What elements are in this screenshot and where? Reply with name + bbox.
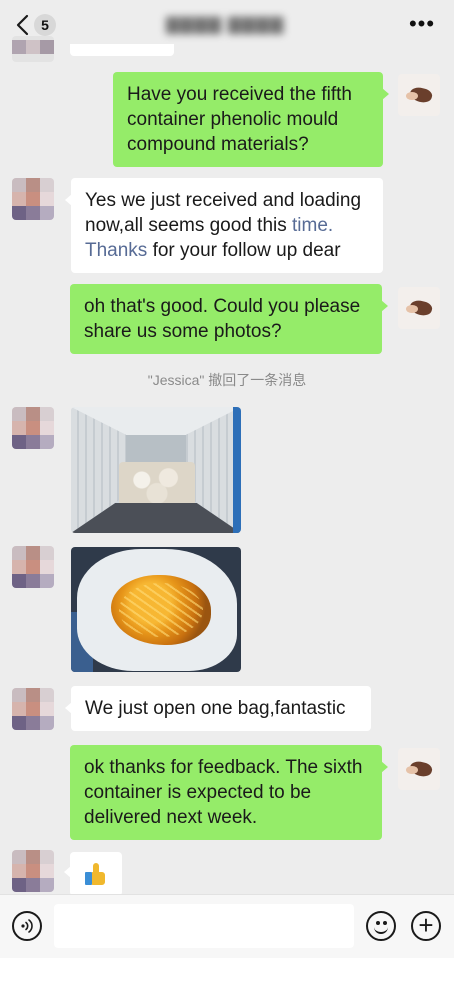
message-bubble-sent[interactable]: Have you received the fifth container ph… [113,72,389,167]
voice-waves-icon [21,919,33,933]
emoji-icon[interactable] [366,911,396,941]
contact-avatar[interactable] [12,546,54,588]
message-link-thanks[interactable]: Thanks [85,240,147,261]
my-avatar[interactable] [398,287,440,329]
contact-avatar[interactable] [12,36,54,62]
contact-avatar[interactable] [12,688,54,730]
recall-notice: "Jessica" 撤回了一条消息 [147,372,307,388]
plus-icon[interactable]: + [411,911,441,941]
my-avatar[interactable] [398,748,440,790]
my-avatar[interactable] [398,74,440,116]
message-text: ok thanks for feedback. The sixth contai… [84,757,363,828]
contact-avatar[interactable] [12,407,54,449]
unread-count-badge: 5 [34,14,56,36]
message-input[interactable] [54,904,354,948]
chevron-left-icon [16,14,29,36]
chat-header: 5 ▇▇▇▇ ▇▇▇▇ ••• [0,0,454,50]
message-bubble-sent[interactable]: ok thanks for feedback. The sixth contai… [70,745,388,840]
contact-avatar[interactable] [12,850,54,892]
contact-avatar[interactable] [12,178,54,220]
container-photo[interactable] [71,407,241,533]
chat-screen: 5 ▇▇▇▇ ▇▇▇▇ ••• Have you received the fi… [0,0,454,958]
thumbs-up-icon [85,863,107,885]
message-text: oh that's good. Could you please share u… [84,296,361,342]
message-link-time[interactable]: time. [292,215,333,236]
chat-title: ▇▇▇▇ ▇▇▇▇ [150,14,300,36]
powder-photo[interactable] [71,547,241,672]
message-bubble-received[interactable]: We just open one bag,fantastic [65,686,371,731]
message-text: We just open one bag,fantastic [85,698,346,719]
message-text: Have you received the fifth container ph… [127,84,352,155]
message-bubble-received[interactable]: Yes we just received and loading now,all… [65,178,383,273]
input-bar: + [0,894,454,958]
previous-message-bubble [70,44,174,56]
voice-icon[interactable] [12,911,42,941]
more-icon[interactable]: ••• [408,11,436,36]
chat-title-text: ▇▇▇▇ ▇▇▇▇ [165,15,285,34]
message-bubble-received[interactable] [64,852,122,896]
message-bubble-sent[interactable]: oh that's good. Could you please share u… [70,284,388,354]
